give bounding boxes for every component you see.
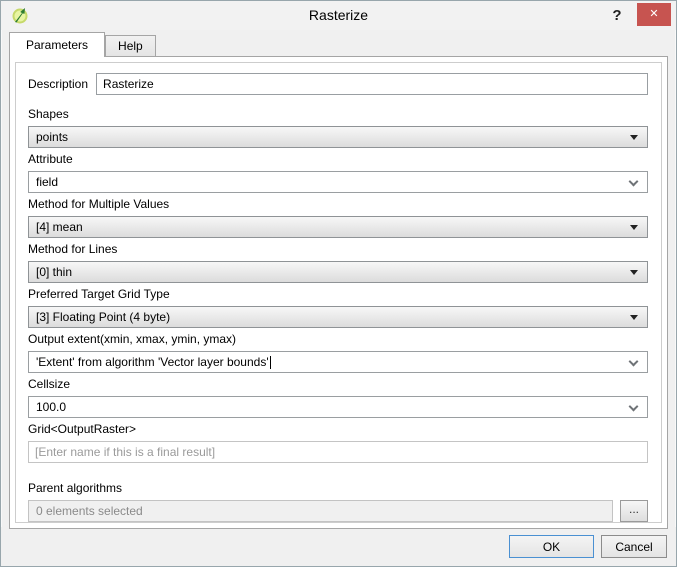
dropdown-arrow-icon xyxy=(630,135,638,140)
dropdown-arrow-icon xyxy=(630,315,638,320)
method-lines-field: Method for Lines [0] thin xyxy=(28,243,648,283)
close-button[interactable]: ✕ xyxy=(637,3,671,26)
description-field: Description xyxy=(28,73,648,95)
grid-type-label: Preferred Target Grid Type xyxy=(28,288,648,301)
tab-help[interactable]: Help xyxy=(105,35,156,56)
chevron-down-icon xyxy=(629,357,639,367)
ok-button[interactable]: OK xyxy=(509,535,594,558)
shapes-label: Shapes xyxy=(28,108,648,121)
method-lines-value: [0] thin xyxy=(36,265,72,279)
attribute-label: Attribute xyxy=(28,153,648,166)
attribute-value: field xyxy=(36,175,58,189)
grid-type-value: [3] Floating Point (4 byte) xyxy=(36,310,170,324)
output-extent-value: 'Extent' from algorithm 'Vector layer bo… xyxy=(36,355,269,369)
attribute-combobox[interactable]: field xyxy=(28,171,648,193)
output-extent-combobox[interactable]: 'Extent' from algorithm 'Vector layer bo… xyxy=(28,351,648,373)
output-extent-field: Output extent(xmin, xmax, ymin, ymax) 'E… xyxy=(28,333,648,373)
cellsize-combobox[interactable]: 100.0 xyxy=(28,396,648,418)
cellsize-field: Cellsize 100.0 xyxy=(28,378,648,418)
output-raster-label: Grid<OutputRaster> xyxy=(28,423,648,436)
parameters-scroll-area[interactable]: Description Shapes points Attribute fiel… xyxy=(15,62,662,523)
method-multiple-values-dropdown[interactable]: [4] mean xyxy=(28,216,648,238)
description-label: Description xyxy=(28,78,88,91)
method-multiple-values-field: Method for Multiple Values [4] mean xyxy=(28,198,648,238)
description-input[interactable] xyxy=(96,73,648,95)
method-multiple-values-value: [4] mean xyxy=(36,220,83,234)
parent-algorithms-label: Parent algorithms xyxy=(28,482,648,495)
cellsize-value: 100.0 xyxy=(36,400,66,414)
output-extent-label: Output extent(xmin, xmax, ymin, ymax) xyxy=(28,333,648,346)
method-lines-label: Method for Lines xyxy=(28,243,648,256)
text-cursor xyxy=(270,356,271,369)
cancel-button[interactable]: Cancel xyxy=(601,535,667,558)
dropdown-arrow-icon xyxy=(630,225,638,230)
output-raster-input[interactable] xyxy=(28,441,648,463)
shapes-dropdown[interactable]: points xyxy=(28,126,648,148)
method-lines-dropdown[interactable]: [0] thin xyxy=(28,261,648,283)
rasterize-dialog: Rasterize ? ✕ Parameters Help Descriptio… xyxy=(0,0,677,567)
dropdown-arrow-icon xyxy=(630,270,638,275)
chevron-down-icon xyxy=(629,402,639,412)
attribute-field: Attribute field xyxy=(28,153,648,193)
window-title: Rasterize xyxy=(1,1,676,30)
tab-bar: Parameters Help xyxy=(9,32,156,57)
shapes-field: Shapes points xyxy=(28,108,648,148)
title-bar[interactable]: Rasterize ? ✕ xyxy=(1,1,676,30)
help-button[interactable]: ? xyxy=(606,5,628,27)
parent-algorithms-value[interactable]: 0 elements selected xyxy=(28,500,613,522)
shapes-value: points xyxy=(36,130,68,144)
grid-type-field: Preferred Target Grid Type [3] Floating … xyxy=(28,288,648,328)
chevron-down-icon xyxy=(629,177,639,187)
parameters-panel: Description Shapes points Attribute fiel… xyxy=(9,56,668,529)
grid-type-dropdown[interactable]: [3] Floating Point (4 byte) xyxy=(28,306,648,328)
parent-algorithms-field: Parent algorithms 0 elements selected ..… xyxy=(28,482,648,522)
tab-parameters[interactable]: Parameters xyxy=(9,32,105,57)
dialog-footer: OK Cancel xyxy=(1,527,676,566)
cellsize-label: Cellsize xyxy=(28,378,648,391)
parent-algorithms-browse-button[interactable]: ... xyxy=(620,500,648,522)
output-raster-field: Grid<OutputRaster> xyxy=(28,423,648,463)
method-multiple-values-label: Method for Multiple Values xyxy=(28,198,648,211)
